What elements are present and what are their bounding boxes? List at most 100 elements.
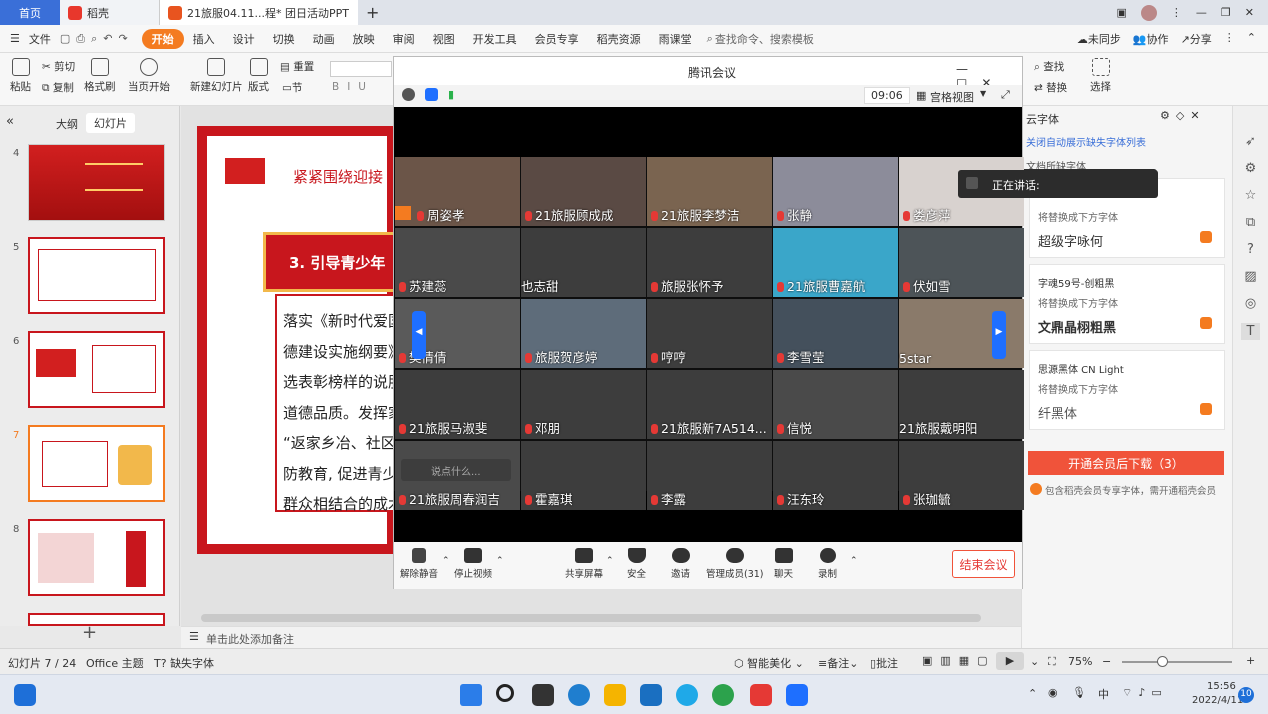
- paste-button[interactable]: 粘贴: [10, 58, 31, 94]
- menu-slideshow[interactable]: 放映: [344, 31, 384, 47]
- comments-button[interactable]: ▯批注: [870, 655, 898, 671]
- sliders-icon[interactable]: ⚙: [1245, 161, 1257, 176]
- participant-tile[interactable]: 邓朋: [521, 370, 646, 439]
- slide-thumbnail-6[interactable]: [28, 331, 165, 408]
- missing-font-button[interactable]: T? 缺失字体: [154, 655, 214, 671]
- menu-devtools[interactable]: 开发工具: [464, 31, 526, 47]
- slide-thumbnail-4[interactable]: [28, 144, 165, 221]
- format-painter-button[interactable]: 格式刷: [84, 58, 116, 94]
- text-font-icon[interactable]: T: [1240, 323, 1261, 340]
- zoom-slider[interactable]: [1122, 661, 1232, 663]
- chevron-up-icon[interactable]: ⌃: [442, 556, 450, 566]
- close-window-icon[interactable]: ✕: [1245, 6, 1254, 19]
- tab-document[interactable]: 21旅服04.11...程* 团日活动PPT ✕: [160, 0, 358, 25]
- task-view-icon[interactable]: [532, 684, 554, 706]
- participant-tile[interactable]: 21旅服新7A514...: [647, 370, 772, 439]
- participant-tile[interactable]: 也志甜: [521, 228, 646, 297]
- unsync-button[interactable]: ☁未同步: [1077, 31, 1121, 47]
- participant-tile[interactable]: 李露: [647, 441, 772, 510]
- participant-tile[interactable]: 旅服张怀予: [647, 228, 772, 297]
- copy-button[interactable]: ⧉ 复制: [42, 80, 74, 95]
- menu-member[interactable]: 会员专享: [526, 31, 588, 47]
- participant-tile[interactable]: 旅服贺彦婷: [521, 299, 646, 368]
- security-button[interactable]: 安全: [627, 548, 646, 580]
- record-button[interactable]: 录制: [818, 548, 837, 580]
- info-icon[interactable]: [402, 88, 415, 101]
- participant-tile[interactable]: 21旅服马淑斐: [395, 370, 520, 439]
- widgets-icon[interactable]: [14, 684, 36, 706]
- microphone-icon[interactable]: 🎙: [1072, 686, 1086, 699]
- zoom-out-icon[interactable]: −: [1102, 655, 1111, 668]
- rocket-icon[interactable]: ➶: [1245, 134, 1256, 149]
- stop-video-button[interactable]: 停止视频: [454, 548, 492, 580]
- layout-button[interactable]: 版式: [248, 58, 269, 94]
- clock-time[interactable]: 15:56: [1207, 681, 1236, 692]
- refresh-app-icon[interactable]: [712, 684, 734, 706]
- quick-access-icons[interactable]: ▢⎙⌕↶↷: [60, 32, 134, 46]
- participant-tile[interactable]: 说点什么... 21旅服周春润吉: [395, 441, 520, 510]
- section-button[interactable]: ▭节: [282, 80, 302, 95]
- invite-button[interactable]: 邀请: [671, 548, 690, 580]
- slide-thumbnail-7[interactable]: [28, 425, 165, 502]
- chat-input[interactable]: 说点什么...: [401, 459, 511, 481]
- tray-chevron-icon[interactable]: ⌃: [1028, 687, 1037, 700]
- collab-button[interactable]: 👥协作: [1133, 31, 1169, 47]
- participant-tile[interactable]: 21旅服戴明阳: [899, 370, 1024, 439]
- copy-panel-icon[interactable]: ⧉: [1246, 215, 1255, 230]
- next-page-arrow[interactable]: ▶: [992, 311, 1006, 359]
- chevron-down-icon[interactable]: ▼: [980, 89, 986, 98]
- star-icon[interactable]: ☆: [1245, 188, 1257, 203]
- new-slide-button[interactable]: 新建幻灯片: [190, 58, 243, 94]
- beautify-button[interactable]: ⬡ 智能美化 ⌄: [734, 655, 804, 671]
- participant-tile[interactable]: 周姿孝: [395, 157, 520, 226]
- unmute-button[interactable]: 解除静音: [400, 548, 438, 580]
- participant-tile[interactable]: 21旅服李梦洁: [647, 157, 772, 226]
- file-explorer-icon[interactable]: [604, 684, 626, 706]
- command-search[interactable]: 查找命令、搜索模板: [715, 31, 814, 47]
- tab-docer[interactable]: 稻壳: [60, 0, 160, 25]
- participant-tile[interactable]: 哼哼: [647, 299, 772, 368]
- network-volume-battery-icons[interactable]: ⌔♪▭: [1122, 686, 1168, 700]
- view-mode-dropdown[interactable]: 宫格视图: [930, 89, 974, 105]
- menu-design[interactable]: 设计: [224, 31, 264, 47]
- chevron-up-icon[interactable]: ⌃: [496, 556, 504, 566]
- notification-badge[interactable]: 10: [1238, 687, 1254, 703]
- shield-icon[interactable]: [425, 88, 438, 101]
- share-button[interactable]: ↗分享: [1181, 31, 1212, 47]
- select-button[interactable]: 选择: [1090, 58, 1111, 94]
- end-meeting-button[interactable]: 结束会议: [952, 550, 1015, 578]
- menu-review[interactable]: 审阅: [384, 31, 424, 47]
- menu-view[interactable]: 视图: [424, 31, 464, 47]
- zoom-in-icon[interactable]: +: [1246, 654, 1255, 667]
- view-mode-icons[interactable]: ▣▥▦▢: [922, 654, 996, 667]
- font-name-box[interactable]: [330, 61, 392, 77]
- participant-tile[interactable]: 21旅服顾成成: [521, 157, 646, 226]
- font-card[interactable]: 思源黑体 CN Light 将替换成下方字体 纤黑体: [1029, 350, 1225, 430]
- share-screen-button[interactable]: 共享屏幕: [565, 548, 603, 580]
- hamburger-icon[interactable]: ☰: [10, 32, 20, 45]
- more-icon[interactable]: ⋮: [1224, 31, 1235, 47]
- new-tab-button[interactable]: +: [358, 0, 387, 25]
- chevron-up-icon[interactable]: ⌃: [606, 556, 614, 566]
- tab-slides[interactable]: 幻灯片: [86, 113, 135, 133]
- play-from-current-button[interactable]: 当页开始: [128, 58, 170, 94]
- download-fonts-button[interactable]: 开通会员后下载（3）: [1028, 451, 1224, 475]
- participant-tile[interactable]: 苏建蕊: [395, 228, 520, 297]
- slide-thumbnail-8[interactable]: [28, 519, 165, 596]
- help-icon[interactable]: ?: [1247, 242, 1254, 257]
- slide-canvas[interactable]: 紧紧围绕迎接 3. 引导青少年 落实《新时代爱国 德建设实施纲要》 选表彰榜样的…: [197, 126, 397, 554]
- prev-page-arrow[interactable]: ◀: [412, 311, 426, 359]
- chevron-up-icon[interactable]: ⌃: [850, 556, 858, 566]
- close-auto-display-link[interactable]: 关闭自动展示缺失字体列表: [1026, 134, 1146, 149]
- participant-tile[interactable]: 张静: [773, 157, 898, 226]
- input-language[interactable]: 中: [1098, 686, 1109, 702]
- fit-window-icon[interactable]: ⛶: [1048, 655, 1056, 669]
- window-layout-icon[interactable]: ▣: [1117, 6, 1127, 19]
- participant-tile[interactable]: 霍嘉琪: [521, 441, 646, 510]
- menu-animation[interactable]: 动画: [304, 31, 344, 47]
- image-icon[interactable]: ▨: [1244, 269, 1256, 284]
- font-card[interactable]: 字魂59号-创粗黑 将替换成下方字体 文鼎晶栩粗黑: [1029, 264, 1225, 344]
- start-menu-icon[interactable]: [460, 684, 482, 706]
- manage-members-button[interactable]: 管理成员(31): [706, 548, 764, 580]
- participant-tile[interactable]: 张珈毓: [899, 441, 1024, 510]
